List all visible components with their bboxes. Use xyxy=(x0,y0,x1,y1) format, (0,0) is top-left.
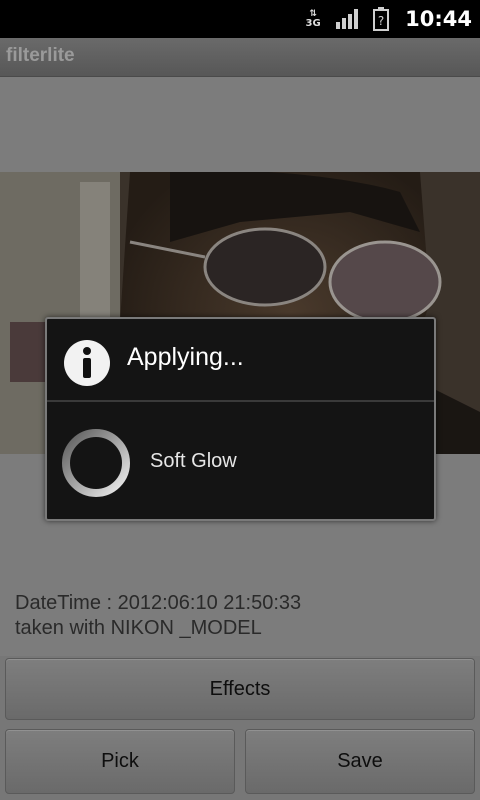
status-bar: ⇅ 3G ? 10:44 xyxy=(0,0,480,38)
progress-dialog: Applying... Soft Glow xyxy=(45,317,436,521)
battery-unknown-icon: ? xyxy=(373,7,390,31)
clock: 10:44 xyxy=(405,7,472,31)
pick-button[interactable]: Pick xyxy=(5,729,235,794)
app-title: filterlite xyxy=(6,45,75,66)
effects-button[interactable]: Effects xyxy=(5,658,475,720)
exif-info: DateTime : 2012:06:10 21:50:33 taken wit… xyxy=(15,591,301,641)
exif-datetime: DateTime : 2012:06:10 21:50:33 xyxy=(15,592,302,614)
info-icon xyxy=(64,340,110,386)
dialog-title: Applying... xyxy=(127,343,244,371)
loading-spinner-icon xyxy=(62,429,130,497)
exif-camera: taken with NIKON _MODEL xyxy=(15,617,262,639)
status-icons: ⇅ 3G ? 10:44 xyxy=(303,0,472,38)
dialog-message: Soft Glow xyxy=(150,450,237,472)
network-type-label: 3G xyxy=(305,18,321,29)
dialog-header: Applying... xyxy=(47,319,434,401)
signal-strength-icon xyxy=(336,9,359,29)
data-transfer-icon: ⇅ 3G xyxy=(303,9,323,29)
dialog-divider xyxy=(47,400,434,402)
save-button[interactable]: Save xyxy=(245,729,475,794)
app-title-bar: filterlite xyxy=(0,38,480,77)
svg-text:?: ? xyxy=(378,14,384,28)
